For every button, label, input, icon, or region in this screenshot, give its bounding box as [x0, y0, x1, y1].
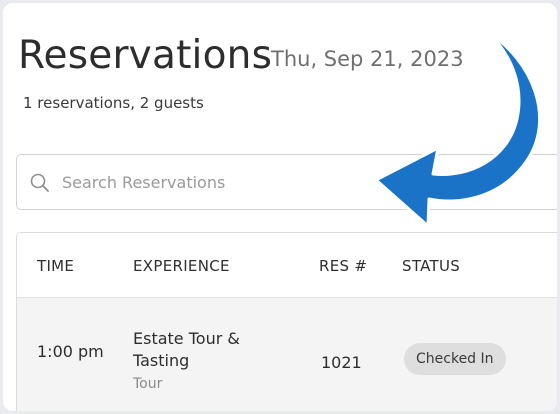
reservations-table: TIME EXPERIENCE RES # STATUS 1:00 pm Est… [16, 232, 557, 411]
search-input[interactable] [62, 169, 482, 195]
column-header-time[interactable]: TIME [37, 257, 74, 275]
page-title: Reservations [18, 33, 273, 78]
table-header: TIME EXPERIENCE RES # STATUS [17, 233, 557, 298]
page-date: Thu, Sep 21, 2023 [271, 47, 464, 71]
status-badge: Checked In [404, 343, 506, 375]
search-box[interactable] [16, 154, 557, 210]
experience-name: Estate Tour & Tasting [133, 329, 240, 370]
search-icon [30, 173, 49, 192]
column-header-res-number[interactable]: RES # [319, 257, 367, 275]
reservations-panel: Reservations Thu, Sep 21, 2023 1 reserva… [3, 3, 557, 411]
reservation-number: 1021 [321, 353, 362, 372]
experience-type: Tour [133, 376, 163, 392]
column-header-experience[interactable]: EXPERIENCE [133, 257, 230, 275]
reservation-summary: 1 reservations, 2 guests [23, 94, 204, 112]
table-row[interactable]: 1:00 pm Estate Tour & Tasting Tour 1021 … [17, 298, 557, 411]
reservation-time: 1:00 pm [37, 342, 104, 361]
column-header-status[interactable]: STATUS [402, 257, 460, 275]
